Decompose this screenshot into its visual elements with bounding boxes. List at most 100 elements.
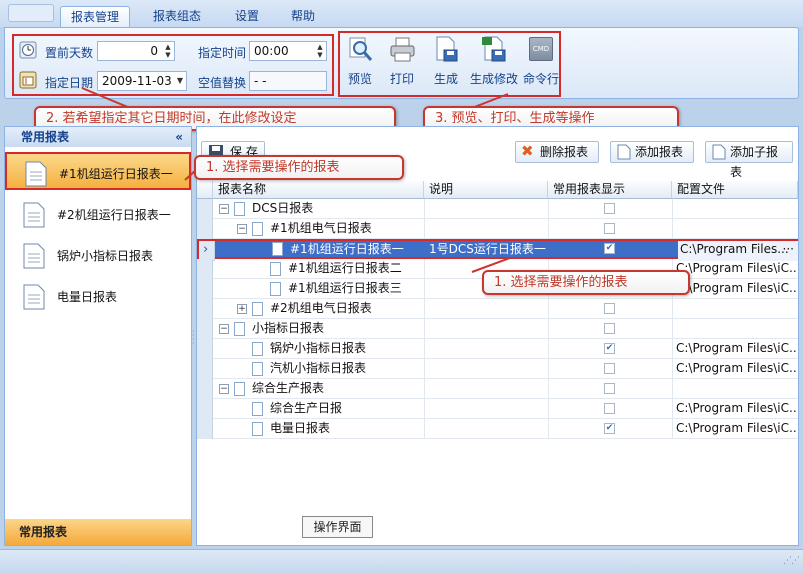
- add-child-report-label: 添加子报表: [730, 145, 779, 179]
- row-pointer-icon: ›: [203, 242, 209, 257]
- offset-days-stepper[interactable]: 0 ▲ ▼: [97, 41, 175, 61]
- collapse-node-icon[interactable]: −: [219, 324, 229, 334]
- config-file-path: C:\Program Files\iC...: [676, 361, 796, 375]
- collapse-node-icon[interactable]: −: [219, 384, 229, 394]
- favorite-checkbox[interactable]: [604, 223, 615, 234]
- column-header-config[interactable]: 配置文件: [672, 181, 798, 199]
- favorite-report-label: 锅炉小指标日报表: [57, 249, 154, 263]
- favorite-checkbox[interactable]: [604, 323, 615, 334]
- delete-report-button[interactable]: ✖ 删除报表: [515, 141, 599, 163]
- report-name: 锅炉小指标日报表: [270, 341, 367, 355]
- favorite-checkbox[interactable]: [604, 203, 615, 214]
- generate-modify-icon: [482, 36, 506, 62]
- command-line-button[interactable]: CMD 命令行: [523, 36, 559, 92]
- calendar-icon: [19, 71, 37, 89]
- report-name: 小指标日报表: [252, 321, 325, 335]
- row-indicator: [197, 339, 213, 359]
- new-doc-icon: [712, 144, 726, 160]
- favorite-report-item[interactable]: 电量日报表: [5, 277, 191, 315]
- config-file-path: C:\Program Files\iC...: [676, 341, 796, 355]
- report-name: 综合生产报表: [252, 381, 325, 395]
- table-row[interactable]: − DCS日报表: [197, 199, 798, 219]
- favorite-checkbox[interactable]: [604, 403, 615, 414]
- time-label: 指定时间: [198, 46, 247, 60]
- report-node-icon: [252, 302, 263, 316]
- offset-days-value: 0: [150, 44, 158, 58]
- generate-modify-button[interactable]: 生成修改: [467, 36, 521, 92]
- browse-ellipsis-button[interactable]: ···: [783, 241, 794, 257]
- config-file-path: C:\Program Files...: [680, 242, 789, 256]
- table-row[interactable]: 汽机小指标日报表 C:\Program Files\iC...: [197, 359, 798, 379]
- report-name: DCS日报表: [252, 201, 314, 215]
- collapse-node-icon[interactable]: −: [237, 224, 247, 234]
- row-indicator: ›: [199, 241, 215, 261]
- stepper-arrows-icon[interactable]: ▲ ▼: [164, 43, 172, 59]
- tab-help[interactable]: 帮助: [281, 6, 325, 27]
- null-replace-label: 空值替换: [198, 76, 247, 90]
- printer-icon: [390, 37, 415, 62]
- tab-report-config[interactable]: 报表组态: [143, 6, 211, 27]
- report-name: #1机组运行日报表二: [288, 261, 402, 275]
- generate-doc-icon: [436, 36, 458, 62]
- favorite-report-item[interactable]: 锅炉小指标日报表: [5, 236, 191, 274]
- splitter-grip[interactable]: · · · ·: [192, 328, 196, 350]
- favorite-checkbox[interactable]: ✔: [604, 423, 615, 434]
- favorite-checkbox[interactable]: [604, 383, 615, 394]
- row-indicator: [197, 279, 213, 299]
- report-node-icon: [252, 422, 263, 436]
- favorites-footer[interactable]: 常用报表: [5, 519, 191, 545]
- column-header-description[interactable]: 说明: [424, 181, 548, 199]
- dropdown-arrow-icon[interactable]: ▼: [177, 72, 183, 90]
- table-row[interactable]: − #1机组电气日报表: [197, 219, 798, 239]
- time-stepper[interactable]: 00:00 ▲ ▼: [249, 41, 327, 61]
- add-report-label: 添加报表: [635, 145, 684, 159]
- favorite-checkbox[interactable]: [604, 303, 615, 314]
- favorite-report-item[interactable]: #2机组运行日报表一: [5, 195, 191, 233]
- quick-access-toolbar[interactable]: [8, 4, 54, 22]
- tab-settings[interactable]: 设置: [225, 6, 269, 27]
- report-node-icon: [270, 282, 281, 296]
- table-row[interactable]: + #2机组电气日报表: [197, 299, 798, 319]
- table-row[interactable]: − 综合生产报表: [197, 379, 798, 399]
- favorite-checkbox[interactable]: [604, 363, 615, 374]
- row-indicator: [197, 199, 213, 219]
- print-button[interactable]: 打印: [385, 36, 419, 92]
- generate-button[interactable]: 生成: [429, 36, 463, 92]
- null-replace-value: - -: [254, 74, 267, 88]
- row-indicator: [197, 299, 213, 319]
- collapse-icon[interactable]: «: [175, 127, 183, 147]
- row-indicator: [197, 319, 213, 339]
- row-indicator: [197, 419, 213, 439]
- favorite-checkbox[interactable]: ✔: [604, 343, 615, 354]
- null-replace-input[interactable]: - -: [249, 71, 327, 91]
- column-header-name[interactable]: 报表名称: [213, 181, 424, 199]
- table-row[interactable]: 锅炉小指标日报表 ✔ C:\Program Files\iC...: [197, 339, 798, 359]
- add-report-button[interactable]: 添加报表: [610, 141, 694, 163]
- stepper-arrows-icon[interactable]: ▲ ▼: [316, 43, 324, 59]
- menu-tab-bar: 报表管理 报表组态 设置 帮助: [0, 0, 803, 27]
- favorite-checkbox[interactable]: ✔: [604, 243, 615, 254]
- favorite-report-label: #2机组运行日报表一: [57, 208, 171, 222]
- cmd-icon: CMD: [529, 37, 553, 61]
- collapse-node-icon[interactable]: −: [219, 204, 229, 214]
- favorite-report-label: 电量日报表: [57, 290, 118, 304]
- favorite-report-item[interactable]: #1机组运行日报表一: [5, 152, 191, 190]
- report-name: #1机组运行日报表一: [290, 242, 404, 256]
- favorites-header: 常用报表 «: [5, 127, 191, 147]
- clock-icon: [19, 41, 37, 59]
- report-doc-icon: [23, 243, 45, 269]
- magnifier-icon: [349, 37, 373, 61]
- column-header-favorite[interactable]: 常用报表显示: [548, 181, 672, 199]
- tab-report-management[interactable]: 报表管理: [60, 6, 131, 27]
- image-caption: 操作界面: [302, 516, 373, 538]
- select-hint-callout-left: 1. 选择需要操作的报表: [194, 155, 404, 180]
- add-child-report-button[interactable]: 添加子报表: [705, 141, 793, 179]
- report-node-icon: [234, 202, 245, 216]
- resize-grip-icon[interactable]: ⋰⋰: [783, 556, 800, 566]
- table-row[interactable]: 电量日报表 ✔ C:\Program Files\iC...: [197, 419, 798, 439]
- expand-node-icon[interactable]: +: [237, 304, 247, 314]
- table-row[interactable]: − 小指标日报表: [197, 319, 798, 339]
- table-row[interactable]: 综合生产日报 C:\Program Files\iC...: [197, 399, 798, 419]
- preview-button[interactable]: 预览: [344, 36, 376, 92]
- config-file-cell[interactable]: C:\Program Files... ···: [678, 241, 798, 261]
